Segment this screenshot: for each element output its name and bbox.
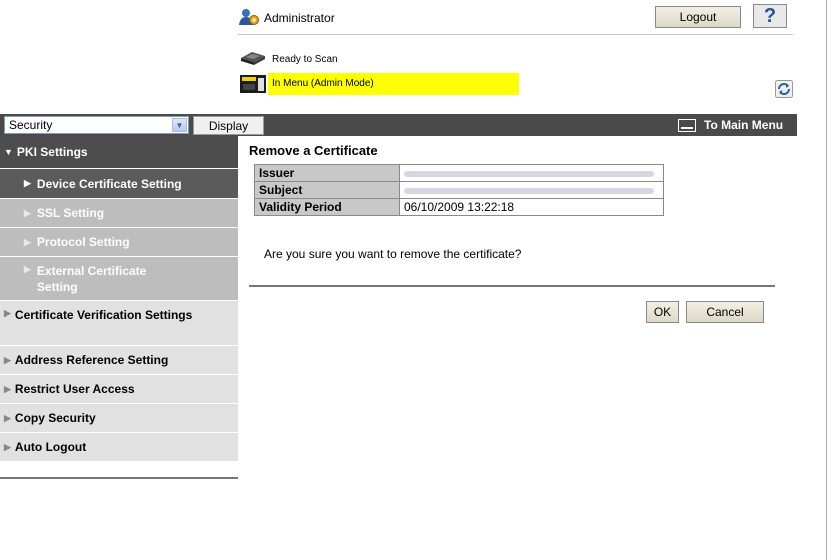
main-menu-link[interactable]: To Main Menu	[678, 116, 783, 134]
triangle-right-icon: ▶	[4, 354, 11, 365]
logout-button[interactable]: Logout	[655, 6, 741, 28]
category-select-value: Security	[9, 118, 53, 132]
content-divider	[249, 285, 775, 287]
scanner-icon	[238, 50, 268, 69]
sidebar-item-label: SSL Setting	[36, 206, 105, 220]
triangle-right-icon: ▶	[24, 264, 31, 274]
sidebar: ▼ PKI Settings ▶ Device Certificate Sett…	[0, 136, 238, 461]
subject-value	[399, 181, 664, 199]
frame-border	[826, 0, 827, 560]
sidebar-item-address-reference-setting[interactable]: ▶ Address Reference Setting	[0, 345, 238, 374]
status-ready: Ready to Scan	[238, 50, 338, 69]
page-title: Remove a Certificate	[249, 143, 378, 158]
sidebar-item-label: PKI Settings	[16, 145, 88, 159]
ok-button[interactable]: OK	[646, 301, 679, 323]
main-menu-icon	[678, 118, 696, 132]
display-button[interactable]: Display	[193, 116, 264, 135]
machine-icon	[238, 72, 268, 97]
redacted-text	[404, 170, 654, 177]
certificate-table: Issuer Subject Validity Period 06/10/200…	[254, 164, 664, 216]
refresh-icon	[775, 80, 793, 98]
cancel-button[interactable]: Cancel	[686, 301, 764, 323]
triangle-right-icon: ▶	[4, 308, 11, 318]
triangle-right-icon: ▶	[24, 236, 31, 247]
sidebar-item-device-certificate-setting[interactable]: ▶ Device Certificate Setting	[0, 168, 238, 198]
category-select[interactable]: Security ▼	[4, 116, 189, 134]
confirmation-message: Are you sure you want to remove the cert…	[264, 247, 522, 261]
triangle-right-icon: ▶	[4, 383, 11, 394]
administrator-icon	[238, 7, 260, 30]
refresh-button[interactable]	[775, 80, 793, 98]
sidebar-item-certificate-verification-settings[interactable]: ▶ Certificate Verification Settings	[0, 300, 238, 345]
status-menu: In Menu (Admin Mode)	[238, 73, 519, 95]
triangle-down-icon: ▼	[4, 147, 13, 157]
sidebar-item-label: Address Reference Setting	[14, 353, 169, 367]
triangle-right-icon: ▶	[4, 412, 11, 423]
table-row: Subject	[254, 181, 664, 199]
sidebar-item-label: Certificate Verification Settings	[14, 308, 193, 322]
sidebar-item-label: Auto Logout	[14, 440, 87, 454]
table-row: Validity Period 06/10/2009 13:22:18	[254, 198, 664, 216]
sidebar-item-label: Device Certificate Setting	[36, 176, 182, 191]
sidebar-item-ssl-setting[interactable]: ▶ SSL Setting	[0, 198, 238, 227]
help-icon: ?	[763, 4, 777, 27]
status-ready-label: Ready to Scan	[272, 54, 338, 65]
sidebar-item-auto-logout[interactable]: ▶ Auto Logout	[0, 432, 238, 461]
user-info: Administrator	[238, 8, 335, 28]
sidebar-item-label: Restrict User Access	[14, 382, 135, 396]
sidebar-divider	[0, 477, 238, 479]
subject-label: Subject	[254, 181, 400, 199]
user-label: Administrator	[264, 11, 335, 25]
sidebar-item-label: Copy Security	[14, 411, 96, 425]
issuer-label: Issuer	[254, 164, 400, 182]
status-menu-label: In Menu (Admin Mode)	[268, 73, 519, 95]
sidebar-item-external-certificate-setting[interactable]: ▶ External Certificate Setting	[0, 256, 238, 300]
main-menu-label: To Main Menu	[704, 118, 784, 132]
triangle-right-icon: ▶	[24, 207, 31, 218]
validity-period-label: Validity Period	[254, 198, 400, 216]
sidebar-item-copy-security[interactable]: ▶ Copy Security	[0, 403, 238, 432]
triangle-right-icon: ▶	[4, 441, 11, 452]
header-divider	[238, 34, 793, 35]
sidebar-item-protocol-setting[interactable]: ▶ Protocol Setting	[0, 227, 238, 256]
table-row: Issuer	[254, 164, 664, 182]
validity-period-value: 06/10/2009 13:22:18	[399, 198, 664, 216]
redacted-text	[404, 187, 654, 194]
chevron-down-icon[interactable]: ▼	[172, 118, 187, 132]
sidebar-item-pki-settings[interactable]: ▼ PKI Settings	[0, 136, 238, 168]
sidebar-item-label: External Certificate Setting	[36, 264, 147, 294]
issuer-value	[399, 164, 664, 182]
help-button[interactable]: ?	[753, 4, 787, 28]
triangle-right-icon: ▶	[24, 178, 31, 188]
sidebar-item-label: Protocol Setting	[36, 235, 130, 249]
sidebar-item-restrict-user-access[interactable]: ▶ Restrict User Access	[0, 374, 238, 403]
